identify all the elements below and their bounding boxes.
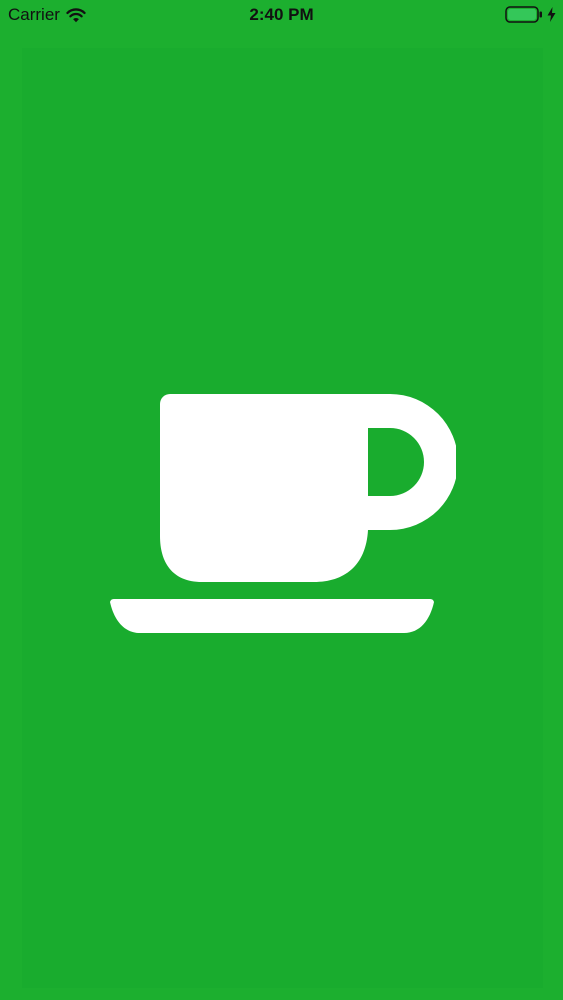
splash-screen: Carrier 2:40 PM: [0, 0, 563, 1000]
status-time: 2:40 PM: [249, 5, 314, 24]
charging-icon: [547, 7, 556, 22]
coffee-cup-icon: [110, 394, 456, 633]
status-bar: Carrier 2:40 PM: [0, 0, 563, 30]
battery-group: [505, 6, 556, 23]
battery-icon: [505, 6, 542, 23]
